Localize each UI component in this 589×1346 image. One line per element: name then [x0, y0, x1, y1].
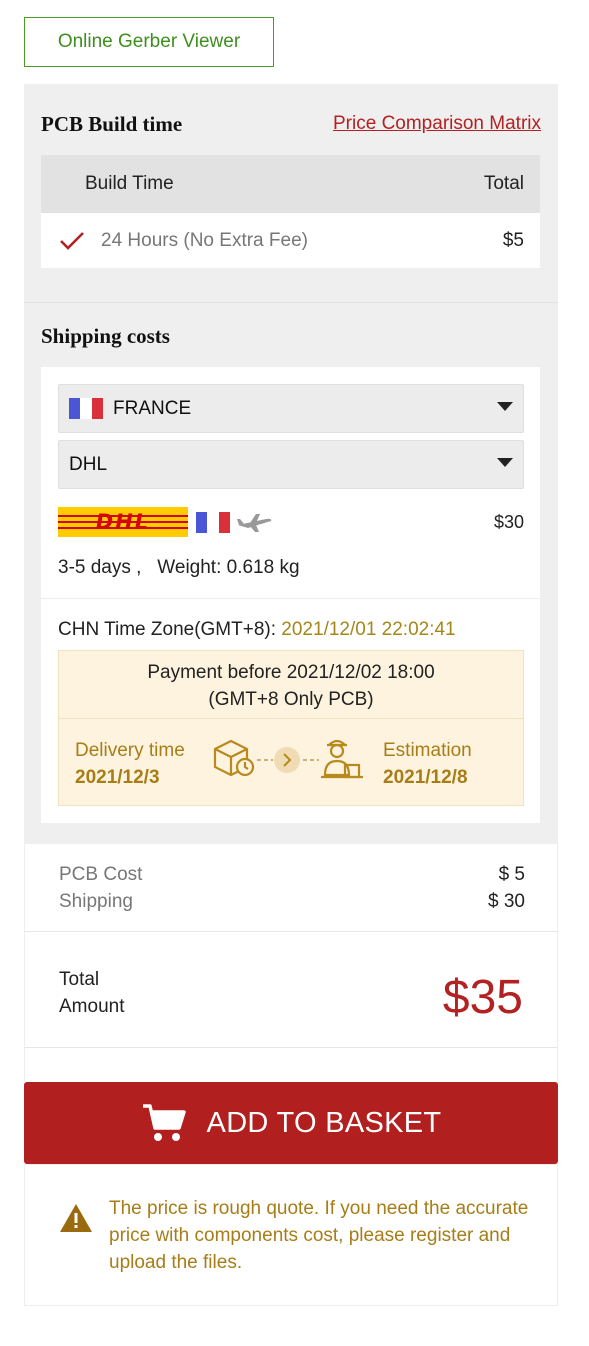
add-to-basket-label: ADD TO BASKET [206, 1106, 442, 1139]
build-time-title: PCB Build time [41, 112, 183, 136]
shipping-price: $30 [493, 511, 524, 532]
build-time-column-header: Build Time [85, 173, 174, 194]
cost-summary: PCB Cost $ 5 Shipping $ 30 [24, 844, 558, 932]
divider [41, 598, 540, 599]
transit-info: 3-5 days , Weight: 0.618 kg [58, 557, 300, 579]
shipping-cost-label: Shipping [59, 891, 133, 912]
build-time-option-label: 24 Hours (No Extra Fee) [101, 229, 308, 251]
total-column-header: Total [483, 173, 524, 194]
delivery-time-date: 2021/12/3 [75, 767, 160, 788]
total-summary: Total Amount $35 [24, 932, 558, 1048]
pcb-cost-row: PCB Cost $ 5 [59, 864, 525, 886]
chevron-down-icon [497, 402, 513, 411]
country-select[interactable]: FRANCE [58, 384, 524, 433]
dhl-logo: DHL [58, 507, 188, 537]
build-time-table: Build Time Total 24 Hours (No Extra Fee)… [41, 155, 540, 268]
timezone-line: CHN Time Zone(GMT+8): 2021/12/01 22:02:4… [58, 619, 456, 641]
total-amount-label: Total Amount [59, 969, 125, 1017]
estimation-date: 2021/12/8 [383, 767, 468, 788]
build-time-table-header: Build Time Total [41, 155, 540, 213]
france-flag-icon [69, 398, 103, 419]
payment-deadline-box: Payment before 2021/12/02 18:00 (GMT+8 O… [58, 650, 524, 806]
price-notice: The price is rough quote. If you need th… [24, 1164, 558, 1306]
payment-deadline-line1: Payment before 2021/12/02 18:00 [147, 662, 435, 683]
delivery-timeline-icon [213, 739, 363, 779]
checkmark-icon [60, 231, 84, 250]
price-comparison-link[interactable]: Price Comparison Matrix [333, 113, 541, 135]
estimation-label: Estimation [383, 740, 472, 761]
timezone-label: CHN Time Zone(GMT+8): [58, 619, 282, 640]
shipping-box: FRANCE DHL DHL $30 3-5 days , Weight: 0.… [41, 367, 540, 823]
timezone-value: 2021/12/01 22:02:41 [281, 619, 456, 640]
pcb-cost-label: PCB Cost [59, 864, 143, 885]
shipping-cost-row: Shipping $ 30 [59, 891, 525, 913]
shipping-costs-title: Shipping costs [41, 324, 170, 348]
shipping-cost-value: $ 30 [488, 891, 525, 912]
build-time-option-24h[interactable]: 24 Hours (No Extra Fee) $5 [41, 213, 540, 268]
divider [24, 302, 558, 303]
carrier-select[interactable]: DHL [58, 440, 524, 489]
pcb-cost-value: $ 5 [498, 864, 525, 885]
add-to-basket-button[interactable]: ADD TO BASKET [24, 1082, 558, 1164]
airplane-icon [237, 514, 272, 532]
france-flag-icon [196, 511, 230, 533]
estimation: Estimation 2021/12/8 [383, 737, 472, 791]
price-notice-text: The price is rough quote. If you need th… [109, 1198, 529, 1273]
carrier-select-value: DHL [69, 453, 108, 475]
total-amount-value: $35 [442, 971, 523, 1024]
warning-icon [60, 1204, 92, 1232]
payment-deadline-line2: (GMT+8 Only PCB) [208, 689, 374, 710]
order-panel: PCB Build time Price Comparison Matrix B… [24, 84, 558, 844]
country-select-value: FRANCE [113, 397, 192, 419]
transit-days: 3-5 days , [58, 557, 142, 578]
delivery-time-label: Delivery time [75, 740, 185, 761]
shopping-cart-icon [142, 1104, 186, 1141]
spacer [24, 1048, 558, 1082]
build-time-option-price: $5 [502, 229, 524, 251]
package-weight: Weight: 0.618 kg [157, 557, 300, 578]
chevron-down-icon [497, 458, 513, 467]
carrier-info-row: DHL $30 [58, 506, 524, 538]
delivery-time: Delivery time 2021/12/3 [75, 737, 185, 791]
online-gerber-viewer-button[interactable]: Online Gerber Viewer [24, 17, 274, 67]
payment-deadline: Payment before 2021/12/02 18:00 (GMT+8 O… [59, 651, 523, 719]
